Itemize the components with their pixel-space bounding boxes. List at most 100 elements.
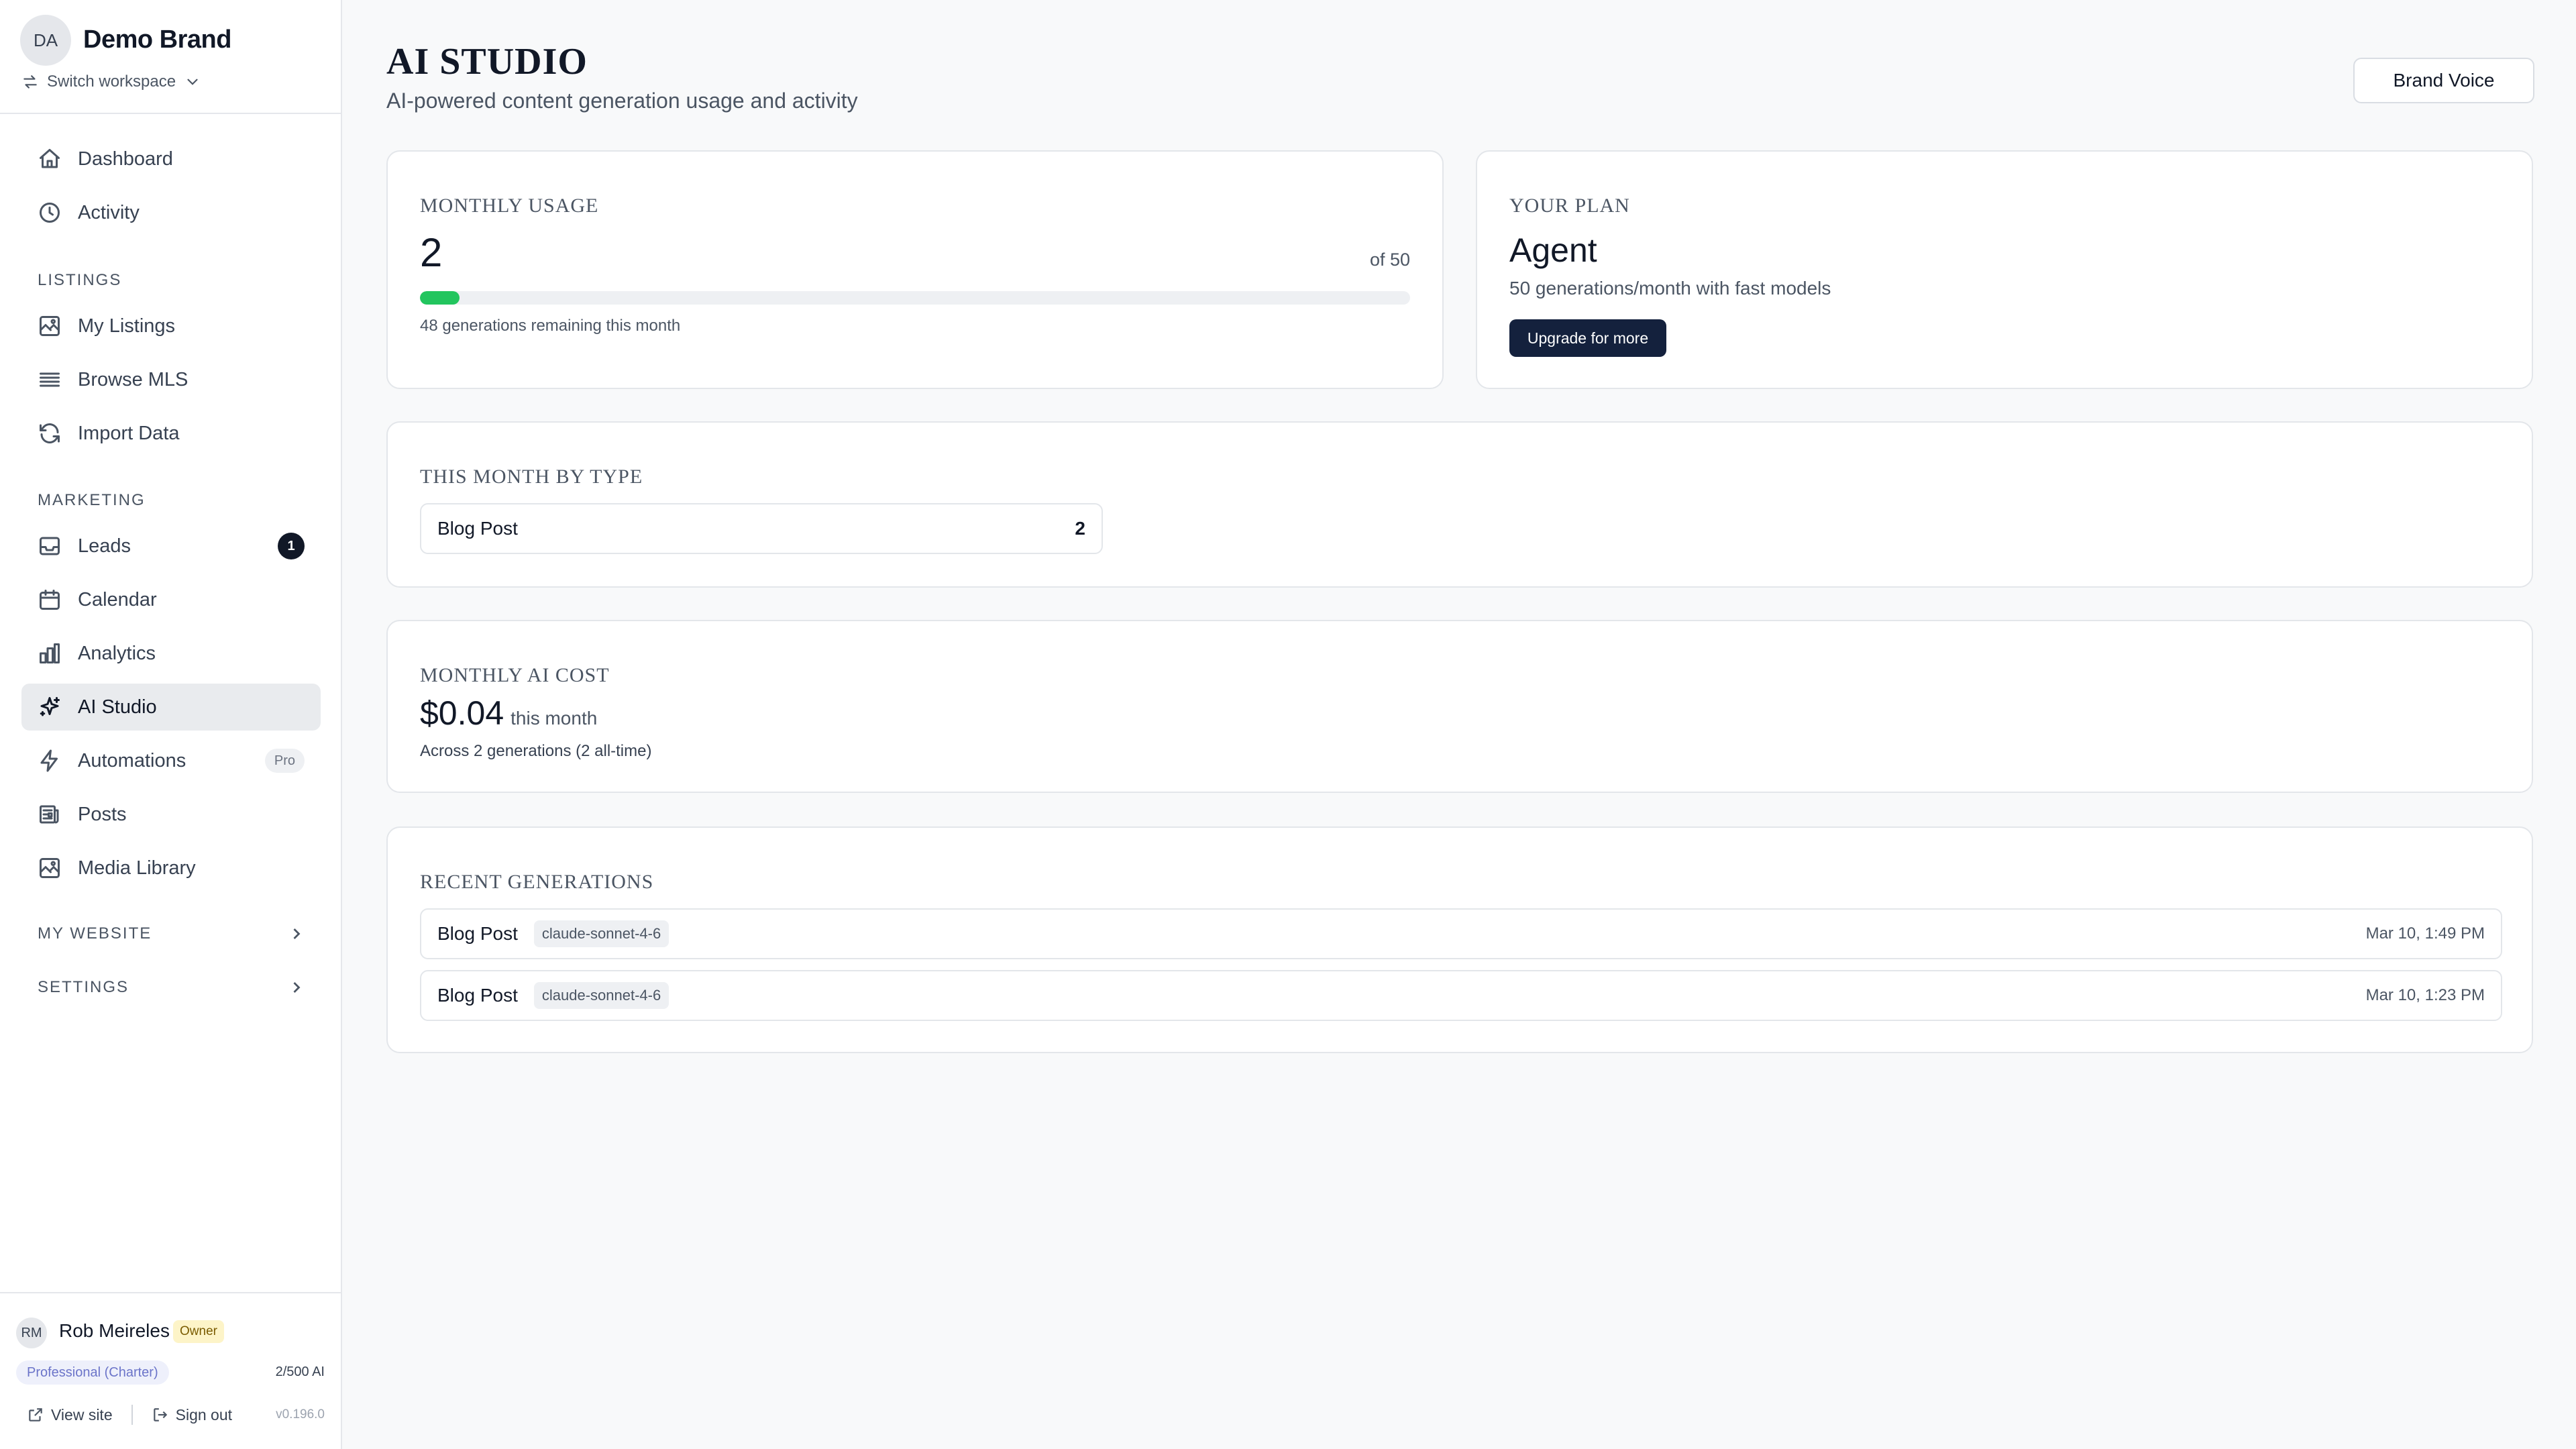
role-badge: Owner <box>173 1320 224 1343</box>
sidebar-item-label: Import Data <box>78 422 180 444</box>
divider <box>131 1405 133 1425</box>
sidebar-group-label: MY WEBSITE <box>38 924 152 943</box>
sidebar-item-media-library[interactable]: Media Library <box>21 845 321 892</box>
sidebar-item-my-listings[interactable]: My Listings <box>21 303 321 350</box>
sidebar-item-label: Calendar <box>78 588 157 610</box>
newspaper-icon <box>40 805 59 824</box>
usage-remaining: 48 generations remaining this month <box>420 317 681 335</box>
chevron-down-icon <box>187 78 198 85</box>
by-type-card: THIS MONTH BY TYPE Blog Post 2 <box>386 421 2533 588</box>
lightning-icon <box>40 749 58 772</box>
leads-count-badge: 1 <box>278 533 305 559</box>
sidebar-item-leads[interactable]: Leads 1 <box>21 523 321 570</box>
sparkles-icon <box>40 697 60 716</box>
workspace-header: DA Demo Brand Switch workspace <box>0 0 341 114</box>
sidebar-item-label: Dashboard <box>78 148 173 170</box>
your-plan-card: YOUR PLAN Agent 50 generations/month wit… <box>1476 150 2533 389</box>
switch-workspace-label: Switch workspace <box>47 72 176 91</box>
page-title: AI STUDIO <box>386 41 588 83</box>
sidebar: DA Demo Brand Switch workspace Dashboard… <box>0 0 342 1449</box>
clock-icon <box>40 203 60 223</box>
chevron-right-icon <box>293 982 301 993</box>
card-title: MONTHLY AI COST <box>420 664 610 686</box>
sidebar-group-settings[interactable]: SETTINGS <box>38 978 306 997</box>
user-panel: RM Rob Meireles Owner Professional (Char… <box>0 1292 341 1449</box>
sidebar-item-import-data[interactable]: Import Data <box>21 410 321 457</box>
sidebar-item-label: Media Library <box>78 857 196 879</box>
sign-out-label: Sign out <box>175 1405 233 1424</box>
cost-value: $0.04 <box>420 694 504 732</box>
ai-cost-card: MONTHLY AI COST $0.04 this month Across … <box>386 620 2533 793</box>
plan-description: 50 generations/month with fast models <box>1509 278 1831 299</box>
bar-chart-icon <box>40 643 60 663</box>
sign-out-button[interactable]: Sign out <box>152 1406 232 1424</box>
sidebar-item-label: Posts <box>78 803 127 825</box>
image-icon <box>40 858 60 878</box>
sidebar-item-label: Browse MLS <box>78 368 189 390</box>
ai-usage-count: 2/500 AI <box>275 1364 325 1379</box>
sidebar-group-label: SETTINGS <box>38 978 129 996</box>
usage-progress-bar <box>420 291 1410 305</box>
pro-badge: Pro <box>264 749 305 773</box>
table-row[interactable]: Blog Post claude-sonnet-4-6 Mar 10, 1:49… <box>420 908 2502 959</box>
sidebar-group-my-website[interactable]: MY WEBSITE <box>38 924 306 943</box>
list-icon <box>40 372 60 387</box>
avatar[interactable]: RM <box>16 1318 47 1348</box>
view-site-link[interactable]: View site <box>27 1406 113 1424</box>
inbox-icon <box>40 537 60 555</box>
calendar-icon <box>40 590 60 610</box>
card-title: YOUR PLAN <box>1509 195 1630 217</box>
image-icon <box>40 316 60 336</box>
sidebar-item-automations[interactable]: Automations Pro <box>21 737 321 784</box>
sidebar-item-activity[interactable]: Activity <box>21 189 321 236</box>
section-marketing: MARKETING <box>38 491 146 509</box>
plan-badge: Professional (Charter) <box>16 1360 169 1385</box>
sidebar-item-dashboard[interactable]: Dashboard <box>21 136 321 182</box>
switch-workspace-button[interactable]: Switch workspace <box>21 72 201 91</box>
external-link-icon <box>29 1408 42 1421</box>
chevron-right-icon <box>293 928 301 939</box>
sidebar-item-label: Analytics <box>78 642 156 664</box>
sidebar-item-analytics[interactable]: Analytics <box>21 630 321 677</box>
cost-amount: $0.04 this month <box>420 694 597 733</box>
app-version: v0.196.0 <box>276 1407 325 1421</box>
refresh-icon <box>40 423 60 443</box>
sidebar-item-label: Activity <box>78 201 140 223</box>
sidebar-item-calendar[interactable]: Calendar <box>21 576 321 623</box>
sidebar-item-posts[interactable]: Posts <box>21 791 321 838</box>
sidebar-item-browse-mls[interactable]: Browse MLS <box>21 356 321 403</box>
home-icon <box>40 149 60 168</box>
usage-progress-fill <box>420 291 460 305</box>
usage-limit: of 50 <box>1369 250 1410 270</box>
generation-time: Mar 10, 1:49 PM <box>2365 924 2485 943</box>
sidebar-item-label: Automations <box>78 749 186 771</box>
page-subtitle: AI-powered content generation usage and … <box>386 89 858 113</box>
recent-generations-card: RECENT GENERATIONS Blog Post claude-sonn… <box>386 826 2533 1053</box>
cost-suffix: this month <box>511 708 598 729</box>
card-title: THIS MONTH BY TYPE <box>420 466 643 488</box>
brand-voice-button[interactable]: Brand Voice <box>2353 58 2534 103</box>
plan-name: Agent <box>1509 231 1597 269</box>
user-name: Rob Meireles <box>59 1320 170 1341</box>
generation-type: Blog Post <box>437 985 518 1006</box>
card-title: MONTHLY USAGE <box>420 195 599 217</box>
sidebar-item-label: AI Studio <box>78 696 157 718</box>
card-title: RECENT GENERATIONS <box>420 871 654 893</box>
workspace-name: Demo Brand <box>83 25 231 54</box>
model-tag: claude-sonnet-4-6 <box>533 982 669 1009</box>
section-listings: LISTINGS <box>38 271 122 289</box>
workspace-avatar[interactable]: DA <box>20 15 71 66</box>
generation-time: Mar 10, 1:23 PM <box>2365 986 2485 1004</box>
list-item: Blog Post 2 <box>420 503 1103 554</box>
sign-out-icon <box>153 1408 167 1421</box>
type-count: 2 <box>1075 518 1085 539</box>
generation-type: Blog Post <box>437 923 518 944</box>
upgrade-button[interactable]: Upgrade for more <box>1509 319 1666 357</box>
user-links: View site Sign out <box>27 1405 232 1425</box>
cost-note: Across 2 generations (2 all-time) <box>420 742 652 760</box>
monthly-usage-card: MONTHLY USAGE 2 of 50 48 generations rem… <box>386 150 1444 389</box>
sidebar-item-ai-studio[interactable]: AI Studio <box>21 684 321 731</box>
table-row[interactable]: Blog Post claude-sonnet-4-6 Mar 10, 1:23… <box>420 970 2502 1021</box>
sidebar-item-label: Leads <box>78 535 131 557</box>
sidebar-item-label: My Listings <box>78 315 176 337</box>
